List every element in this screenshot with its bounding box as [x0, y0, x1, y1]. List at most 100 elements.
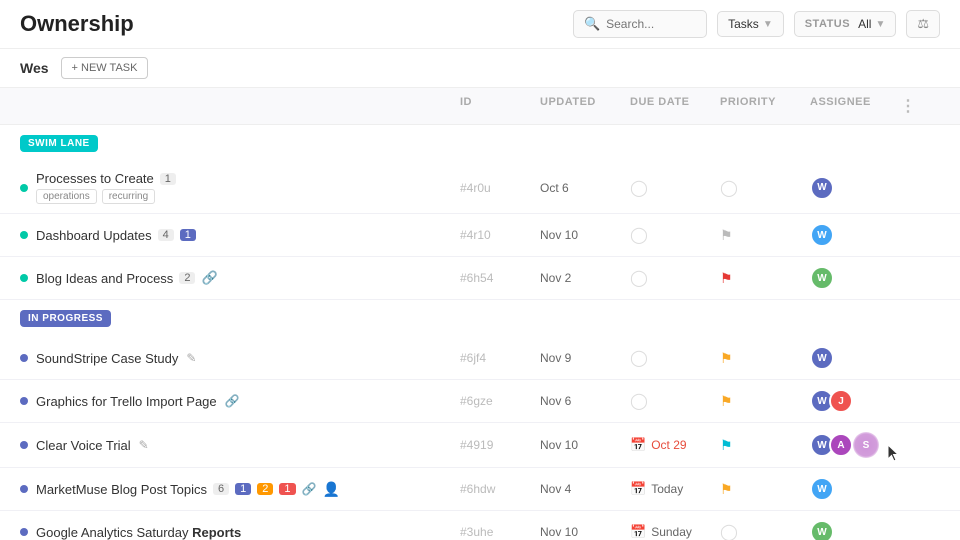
cursor-icon [886, 443, 900, 463]
header: Ownership 🔍 Tasks ▼ STATUS All ▼ ⚖ [0, 0, 960, 49]
search-icon: 🔍 [584, 16, 600, 32]
table-row: SoundStripe Case Study ✎ #6jf4 Nov 9 ◯ ⚑… [0, 337, 960, 380]
col-name [20, 96, 460, 116]
table-row: Clear Voice Trial ✎ #4919 Nov 10 📅 Oct 2… [0, 423, 960, 468]
flag-icon: ⚑ [720, 227, 733, 243]
task-assignee: W [810, 266, 900, 290]
table-row: Google Analytics Saturday Reports #3uhe … [0, 511, 960, 540]
task-badge: 4 [158, 229, 174, 241]
avatar-glow: S [853, 432, 879, 458]
task-name-cell[interactable]: SoundStripe Case Study ✎ [20, 351, 460, 366]
in-progress-section-header: IN PROGRESS [0, 300, 960, 337]
flag-icon: ⚑ [720, 393, 733, 409]
more-icon[interactable]: ⋮ [900, 98, 917, 115]
task-assignee: W [810, 477, 900, 501]
task-name-row: Dashboard Updates 4 1 [36, 228, 196, 243]
avatar: J [829, 389, 853, 413]
task-assignee: W A S [810, 432, 900, 458]
task-updated: Nov 4 [540, 482, 630, 496]
filter-button[interactable]: ⚖ [906, 10, 940, 38]
task-title: SoundStripe Case Study [36, 351, 178, 366]
task-name-cell[interactable]: Processes to Create 1 operations recurri… [20, 171, 460, 204]
table-row: Graphics for Trello Import Page 🔗 #6gze … [0, 380, 960, 423]
task-badge-6: 6 [213, 483, 229, 495]
search-bar[interactable]: 🔍 [573, 10, 707, 38]
task-name-cell[interactable]: Blog Ideas and Process 2 🔗 [20, 270, 460, 286]
task-priority: ⚑ [720, 393, 810, 410]
task-due-date: Today [651, 482, 683, 496]
calendar-icon: ◯ [630, 225, 648, 245]
table-row: MarketMuse Blog Post Topics 6 1 2 1 🔗 👤 … [0, 468, 960, 511]
swim-lane-section-header: SWIM LANE [0, 125, 960, 162]
task-name-row: Blog Ideas and Process 2 🔗 [36, 270, 218, 286]
task-priority: ⚑ [720, 481, 810, 498]
task-priority: ⚑ [720, 227, 810, 244]
status-dot [20, 184, 28, 192]
calendar-icon: ◯ [630, 391, 648, 411]
table-row: Blog Ideas and Process 2 🔗 #6h54 Nov 2 ◯… [0, 257, 960, 300]
task-tags: operations recurring [36, 189, 176, 204]
task-id: #6jf4 [460, 351, 540, 365]
attach-icon: 🔗 [225, 394, 240, 408]
task-title: Dashboard Updates [36, 228, 152, 243]
task-title: Blog Ideas and Process [36, 271, 173, 286]
task-name-cell[interactable]: Graphics for Trello Import Page 🔗 [20, 394, 460, 409]
priority-ghost-icon: ◯ [720, 180, 738, 197]
task-name-cell[interactable]: Dashboard Updates 4 1 [20, 228, 460, 243]
avatar: W [810, 266, 834, 290]
task-due: ◯ [630, 225, 720, 245]
status-dot [20, 354, 28, 362]
task-assignee: W [810, 346, 900, 370]
calendar-icon: 📅 [630, 481, 646, 497]
task-due: 📅 Sunday [630, 524, 720, 540]
attach-icon: 🔗 [201, 270, 217, 286]
col-more: ⋮ [900, 96, 940, 116]
calendar-icon: ◯ [630, 178, 648, 198]
tag-recurring: recurring [102, 189, 155, 204]
task-title: Graphics for Trello Import Page [36, 394, 217, 409]
status-filter[interactable]: STATUS All ▼ [794, 11, 897, 37]
flag-icon: ⚑ [720, 481, 733, 497]
tasks-dropdown[interactable]: Tasks ▼ [717, 11, 784, 37]
task-id: #4r10 [460, 228, 540, 242]
task-assignee: W [810, 223, 900, 247]
priority-ghost-icon: ◯ [720, 524, 738, 540]
task-updated: Nov 10 [540, 228, 630, 242]
task-updated: Nov 10 [540, 525, 630, 539]
task-name-cell[interactable]: MarketMuse Blog Post Topics 6 1 2 1 🔗 👤 [20, 481, 460, 498]
person-circle-icon: 👤 [322, 481, 339, 498]
filter-icon: ⚖ [917, 16, 929, 32]
task-assignee: W J [810, 389, 900, 413]
table-row: Dashboard Updates 4 1 #4r10 Nov 10 ◯ ⚑ W [0, 214, 960, 257]
new-task-button[interactable]: + NEW TASK [61, 57, 149, 79]
task-due-date: Sunday [651, 525, 692, 539]
task-name-wrapper: Blog Ideas and Process 2 🔗 [36, 270, 218, 286]
task-name-wrapper: Processes to Create 1 operations recurri… [36, 171, 176, 204]
task-badge-blue: 1 [180, 229, 196, 241]
swim-lane-badge: SWIM LANE [20, 135, 98, 152]
task-id: #6h54 [460, 271, 540, 285]
header-right: 🔍 Tasks ▼ STATUS All ▼ ⚖ [573, 10, 940, 38]
task-badge-o2: 2 [257, 483, 273, 495]
subheader: Wes + NEW TASK [0, 49, 960, 88]
task-updated: Nov 6 [540, 394, 630, 408]
col-id: ID [460, 96, 540, 116]
task-title: Google Analytics Saturday Reports [36, 525, 241, 540]
col-updated: UPDATED [540, 96, 630, 116]
flag-icon: ⚑ [720, 270, 733, 286]
calendar-icon: ◯ [630, 268, 648, 288]
avatar: W [810, 176, 834, 200]
status-dot [20, 274, 28, 282]
status-dot [20, 397, 28, 405]
task-name-wrapper: Dashboard Updates 4 1 [36, 228, 196, 243]
task-name-cell[interactable]: Google Analytics Saturday Reports [20, 525, 460, 540]
task-priority: ⚑ [720, 270, 810, 287]
task-id: #6gze [460, 394, 540, 408]
avatar: A [829, 433, 853, 457]
search-input[interactable] [606, 17, 696, 31]
calendar-icon: 📅 [630, 524, 646, 540]
task-title: Clear Voice Trial [36, 438, 131, 453]
task-name-cell[interactable]: Clear Voice Trial ✎ [20, 438, 460, 453]
task-badge-r1: 1 [279, 483, 295, 495]
table-container: ID UPDATED DUE DATE PRIORITY ASSIGNEE ⋮ … [0, 88, 960, 540]
